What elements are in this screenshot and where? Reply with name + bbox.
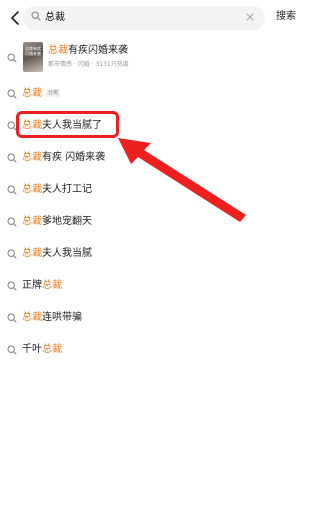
search-icon bbox=[7, 281, 17, 291]
suggestion-rest: 爹地宠翻天 bbox=[42, 216, 92, 227]
search-icon bbox=[7, 53, 17, 63]
search-icon bbox=[7, 249, 17, 259]
book-title-highlight: 总裁 bbox=[48, 45, 68, 56]
suggestion-text: 总裁爹地宠翻天 bbox=[22, 215, 92, 229]
suggestion-item[interactable]: 千叶总裁 bbox=[0, 337, 300, 365]
suggestion-text: 总裁夫人打工记 bbox=[22, 183, 92, 197]
suggestion-item[interactable]: 总裁夫人我当腻 bbox=[0, 241, 300, 269]
suggestion-prefix: 正牌 bbox=[22, 280, 42, 291]
suggestion-rest: 夫人打工记 bbox=[42, 184, 92, 195]
book-cover: 总裁有疾闪婚来袭 bbox=[23, 42, 43, 72]
search-icon bbox=[7, 345, 17, 355]
suggestion-rest: 夫人我当腻 bbox=[42, 248, 92, 259]
suggestion-highlight: 总裁 bbox=[22, 152, 42, 163]
suggestion-text: 总裁有疾 闪婚来袭 bbox=[22, 151, 105, 165]
suggestion-rest: 有疾 闪婚来袭 bbox=[42, 152, 106, 163]
suggestion-text: 总裁夫人我当腻 bbox=[22, 247, 92, 261]
suggestion-text: 总裁连哄带骗 bbox=[22, 311, 82, 325]
suggestion-item[interactable]: 总裁 分类 bbox=[0, 81, 300, 109]
suggestion-highlight: 总裁 bbox=[22, 248, 42, 259]
close-icon[interactable] bbox=[245, 12, 255, 22]
suggestion-highlight: 总裁 bbox=[22, 184, 42, 195]
suggestion-item[interactable]: 总裁连哄带骗 bbox=[0, 305, 300, 333]
suggestion-highlight: 总裁 bbox=[22, 216, 42, 227]
suggestion-highlight: 总裁 bbox=[22, 312, 42, 323]
cover-title: 总裁有疾闪婚来袭 bbox=[25, 46, 41, 56]
suggestion-prefix: 千叶 bbox=[22, 344, 42, 355]
search-icon bbox=[7, 89, 17, 99]
annotation-highlight-box bbox=[16, 111, 119, 138]
search-button[interactable]: 搜索 bbox=[276, 9, 296, 25]
book-title: 总裁有疾闪婚来袭 bbox=[48, 44, 128, 58]
suggestion-item[interactable]: 总裁爹地宠翻天 bbox=[0, 209, 300, 237]
search-input[interactable]: 总裁 bbox=[23, 6, 265, 30]
suggestion-highlight: 总裁 bbox=[42, 280, 62, 291]
search-icon bbox=[7, 185, 17, 195]
suggestion-text: 总裁 分类 bbox=[22, 87, 61, 101]
suggestion-item[interactable]: 总裁夫人打工记 bbox=[0, 177, 300, 205]
suggestion-highlight: 总裁 bbox=[22, 88, 42, 99]
suggestion-item[interactable]: 正牌总裁 bbox=[0, 273, 300, 301]
search-query: 总裁 bbox=[45, 12, 65, 23]
search-icon bbox=[7, 217, 17, 227]
book-title-rest: 有疾闪婚来袭 bbox=[68, 45, 128, 56]
search-header: 总裁 搜索 bbox=[0, 0, 300, 38]
category-badge: 分类 bbox=[46, 89, 61, 97]
back-button[interactable] bbox=[6, 7, 24, 29]
suggestion-highlight: 总裁 bbox=[42, 344, 62, 355]
book-meta: 都市情感 · 闪婚 · 3131万热度 bbox=[48, 61, 129, 68]
suggestion-item[interactable]: 总裁有疾 闪婚来袭 bbox=[0, 145, 300, 173]
chevron-left-icon bbox=[11, 11, 19, 25]
suggestion-text: 正牌总裁 bbox=[22, 279, 62, 293]
suggestion-text: 千叶总裁 bbox=[22, 343, 62, 357]
suggestion-rest: 连哄带骗 bbox=[42, 312, 82, 323]
book-suggestion[interactable]: 总裁有疾闪婚来袭 总裁有疾闪婚来袭 都市情感 · 闪婚 · 3131万热度 bbox=[0, 39, 300, 77]
search-icon bbox=[7, 153, 17, 163]
search-icon bbox=[7, 313, 17, 323]
search-icon bbox=[31, 11, 41, 21]
